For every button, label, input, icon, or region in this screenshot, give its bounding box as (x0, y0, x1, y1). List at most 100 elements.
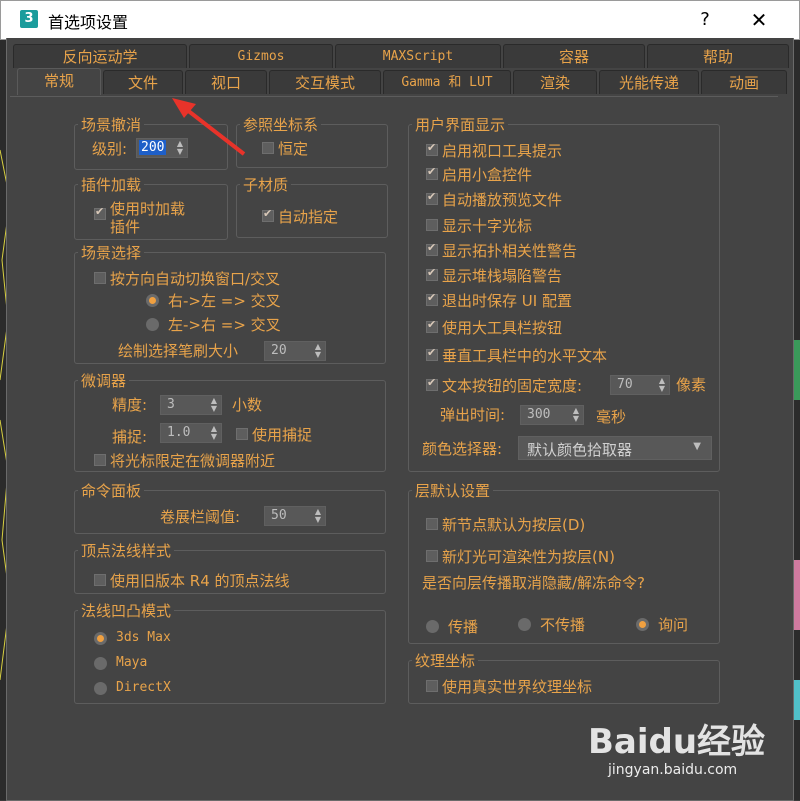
layer-defaults-title: 层默认设置 (412, 480, 494, 501)
rollout-threshold-label: 卷展栏阈值: (160, 508, 241, 526)
tab-help[interactable]: 帮助 (647, 44, 789, 68)
watermark-url: jingyan.baidu.com (608, 762, 738, 778)
ui-display-checkbox[interactable] (426, 141, 438, 156)
color-picker-value[interactable]: 默认颜色拾取器 (527, 439, 632, 460)
fixed-width-value[interactable]: 70 (617, 377, 633, 392)
legacy-normals-checkbox[interactable] (94, 574, 106, 586)
ui-display-title: 用户界面显示 (412, 114, 509, 135)
left-right-label: 左->右 => 交叉 (168, 316, 281, 334)
title-bar[interactable]: 3 首选项设置 ? ✕ (0, 0, 800, 40)
propagate-label: 传播 (448, 618, 479, 636)
no-propagate-radio[interactable] (518, 618, 531, 631)
window-title: 首选项设置 (48, 13, 129, 32)
ui-display-label: 启用小盒控件 (442, 166, 533, 184)
tab-interaction-mode[interactable]: 交互模式 (269, 70, 381, 94)
spinner-arrows-icon[interactable]: ▲ ▼ (211, 397, 217, 413)
ui-display-label: 文本按钮的固定宽度: (442, 377, 583, 395)
plugin-load-title: 插件加载 (78, 174, 145, 195)
ui-display-label: 退出时保存 UI 配置 (442, 292, 572, 310)
ui-display-label: 显示十字光标 (442, 217, 533, 235)
constant-checkbox[interactable] (262, 142, 274, 154)
new-light-label: 新灯光可渲染性为按层(N) (442, 548, 615, 566)
ui-display-checkbox[interactable] (426, 291, 438, 306)
chevron-down-icon[interactable]: ▼ (693, 441, 701, 452)
ui-display-checkbox[interactable] (426, 219, 438, 231)
spinner-arrows-icon[interactable]: ▲ ▼ (315, 508, 321, 524)
ui-display-checkbox[interactable] (426, 266, 438, 281)
use-snap-checkbox[interactable] (236, 428, 248, 440)
vertex-normal-title: 顶点法线样式 (78, 540, 175, 561)
auto-assign-checkbox[interactable] (262, 207, 274, 222)
cursor-limit-checkbox[interactable] (94, 454, 106, 466)
command-panel-title: 命令面板 (78, 480, 145, 501)
fixed-width-unit: 像素 (676, 376, 707, 394)
brush-size-label: 绘制选择笔刷大小 (118, 342, 239, 360)
left-right-radio[interactable] (146, 318, 159, 331)
right-left-label: 右->左 => 交叉 (168, 292, 281, 310)
auto-switch-checkbox[interactable] (94, 272, 106, 284)
cursor-limit-label: 将光标限定在微调器附近 (110, 452, 276, 470)
new-node-label: 新节点默认为按层(D) (442, 516, 586, 534)
brush-size-spinner[interactable]: 20 ▲ ▼ (264, 341, 326, 361)
bump-directx-radio[interactable] (94, 682, 107, 695)
rollout-threshold-value[interactable]: 50 (271, 508, 287, 523)
tab-radiosity[interactable]: 光能传递 (599, 70, 699, 94)
brush-size-value[interactable]: 20 (271, 343, 287, 358)
precision-unit: 小数 (232, 396, 263, 414)
ui-display-label: 自动播放预览文件 (442, 191, 563, 209)
ui-display-checkbox[interactable] (426, 190, 438, 205)
ui-display-label: 显示堆栈塌陷警告 (442, 267, 563, 285)
tab-maxscript[interactable]: MAXScript (335, 44, 501, 68)
tab-containers[interactable]: 容器 (503, 44, 645, 68)
auto-assign-label: 自动指定 (278, 208, 339, 226)
spinner-arrows-icon[interactable]: ▲ ▼ (659, 377, 665, 393)
constant-label: 恒定 (278, 140, 309, 158)
flyout-time-spinner[interactable]: 300 ▲ ▼ (520, 405, 584, 425)
precision-value[interactable]: 3 (167, 397, 175, 412)
ui-display-checkbox[interactable] (426, 241, 438, 256)
watermark-logo: Baidu经验 (588, 722, 766, 762)
bump-directx-label: DirectX (116, 680, 171, 695)
tab-gizmos[interactable]: Gizmos (189, 44, 333, 68)
tab-rendering[interactable]: 渲染 (513, 70, 597, 94)
ui-display-checkbox[interactable] (426, 318, 438, 333)
tab-general[interactable]: 常规 (17, 68, 101, 95)
scene-select-title: 场景选择 (78, 242, 145, 263)
color-picker-label: 颜色选择器: (422, 440, 503, 458)
app-icon: 3 (20, 10, 38, 28)
fixed-width-spinner[interactable]: 70 ▲ ▼ (610, 375, 670, 395)
spinner-arrows-icon[interactable]: ▲ ▼ (315, 343, 321, 359)
ui-display-checkbox[interactable] (426, 346, 438, 361)
texture-coords-title: 纹理坐标 (412, 650, 479, 671)
right-left-radio[interactable] (146, 294, 159, 307)
ui-display-checkbox[interactable] (426, 376, 438, 391)
close-button[interactable]: ✕ (741, 7, 777, 33)
annotation-arrow-icon (172, 98, 246, 156)
new-node-checkbox[interactable] (426, 518, 438, 530)
ui-display-checkbox[interactable] (426, 165, 438, 180)
flyout-time-value[interactable]: 300 (527, 407, 550, 422)
bump-3dsmax-radio[interactable] (94, 632, 107, 645)
color-picker-dropdown[interactable]: 默认颜色拾取器 ▼ (518, 436, 712, 460)
real-world-checkbox[interactable] (426, 680, 438, 692)
rollout-threshold-spinner[interactable]: 50 ▲ ▼ (264, 506, 326, 526)
propagate-question: 是否向层传播取消隐藏/解冻命令? (422, 574, 646, 592)
snap-value[interactable]: 1.0 (167, 425, 190, 440)
flyout-time-unit: 毫秒 (596, 408, 627, 426)
snap-spinner[interactable]: 1.0 ▲ ▼ (160, 423, 222, 443)
spinner-arrows-icon[interactable]: ▲ ▼ (211, 425, 217, 441)
ask-radio[interactable] (636, 618, 649, 631)
precision-spinner[interactable]: 3 ▲ ▼ (160, 395, 222, 415)
sub-material-title: 子材质 (240, 174, 292, 195)
ui-display-label: 启用视口工具提示 (442, 142, 563, 160)
tab-ik[interactable]: 反向运动学 (13, 44, 187, 68)
tab-gamma-lut[interactable]: Gamma 和 LUT (383, 70, 511, 94)
bump-maya-radio[interactable] (94, 657, 107, 670)
ui-display-label: 垂直工具栏中的水平文本 (442, 347, 608, 365)
tab-animation[interactable]: 动画 (701, 70, 787, 94)
new-light-checkbox[interactable] (426, 550, 438, 562)
propagate-radio[interactable] (426, 620, 439, 633)
load-on-use-checkbox[interactable] (94, 205, 106, 220)
help-button[interactable]: ? (691, 7, 719, 33)
spinner-arrows-icon[interactable]: ▲ ▼ (573, 407, 579, 423)
